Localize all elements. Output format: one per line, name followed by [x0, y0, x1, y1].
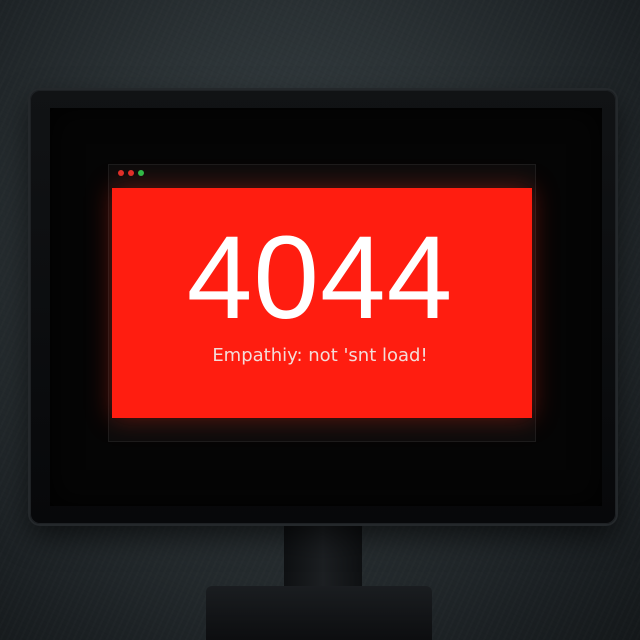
- error-message: Empathiy: not 'snt load!: [212, 345, 428, 366]
- monitor-stand-neck: [284, 520, 362, 590]
- minimize-dot-icon[interactable]: [128, 170, 134, 176]
- monitor-stand-base: [206, 586, 432, 640]
- window-controls: [118, 170, 144, 176]
- maximize-dot-icon[interactable]: [138, 170, 144, 176]
- close-dot-icon[interactable]: [118, 170, 124, 176]
- error-code: 4044: [186, 212, 454, 344]
